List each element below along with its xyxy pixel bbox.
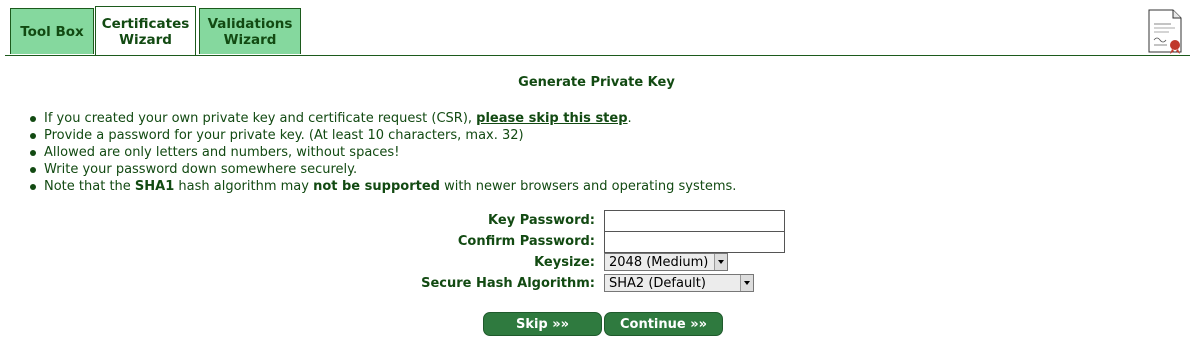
keysize-row: Keysize: 2048 (Medium) — [0, 252, 800, 273]
list-item: Write your password down somewhere secur… — [30, 161, 736, 178]
skip-button[interactable]: Skip »» — [483, 312, 602, 336]
list-item: Allowed are only letters and numbers, wi… — [30, 144, 736, 161]
tab-certificates-wizard[interactable]: Certificates Wizard — [95, 6, 196, 56]
hash-algorithm-value: SHA2 (Default) — [609, 276, 706, 291]
list-item: Note that the SHA1 hash algorithm may no… — [30, 178, 736, 195]
note-text: Allowed are only letters and numbers, wi… — [44, 145, 400, 160]
chevron-down-icon[interactable] — [740, 275, 753, 291]
note-text: Provide a password for your private key.… — [44, 128, 524, 143]
key-password-input[interactable] — [604, 210, 785, 232]
continue-button[interactable]: Continue »» — [604, 312, 723, 336]
certificate-document-icon — [1148, 9, 1182, 54]
page-title: Generate Private Key — [518, 75, 675, 90]
tab-tool-box[interactable]: Tool Box — [10, 8, 94, 54]
note-text: with newer browsers and operating system… — [439, 179, 737, 194]
keysize-select[interactable]: 2048 (Medium) — [604, 253, 728, 271]
note-text: If you created your own private key and … — [44, 111, 477, 126]
note-emphasis: SHA1 — [134, 179, 175, 194]
keysize-label: Keysize: — [534, 255, 595, 270]
note-text: Write your password down somewhere secur… — [44, 162, 358, 177]
tab-divider — [5, 55, 1190, 56]
note-emphasis: not be supported — [313, 179, 440, 194]
note-text: hash algorithm may — [174, 179, 314, 194]
tab-validations-wizard[interactable]: Validations Wizard — [199, 8, 301, 54]
confirm-password-label: Confirm Password: — [457, 234, 595, 249]
note-text: . — [627, 111, 632, 126]
list-item: If you created your own private key and … — [30, 110, 736, 127]
key-password-label: Key Password: — [488, 213, 595, 228]
instructions-list: If you created your own private key and … — [30, 110, 736, 195]
hash-algorithm-label: Secure Hash Algorithm: — [421, 276, 595, 291]
confirm-password-input[interactable] — [604, 231, 785, 253]
chevron-down-icon[interactable] — [714, 254, 727, 270]
hash-row: Secure Hash Algorithm: SHA2 (Default) — [0, 273, 800, 294]
confirm-password-row: Confirm Password: — [0, 231, 800, 253]
keysize-value: 2048 (Medium) — [609, 255, 709, 270]
skip-step-link[interactable]: please skip this step — [476, 111, 627, 126]
hash-algorithm-select[interactable]: SHA2 (Default) — [604, 274, 754, 292]
note-text: Note that the — [44, 179, 135, 194]
tab-bar: Tool Box Certificates Wizard Validations… — [5, 6, 1190, 56]
key-password-row: Key Password: — [0, 210, 800, 232]
list-item: Provide a password for your private key.… — [30, 127, 736, 144]
